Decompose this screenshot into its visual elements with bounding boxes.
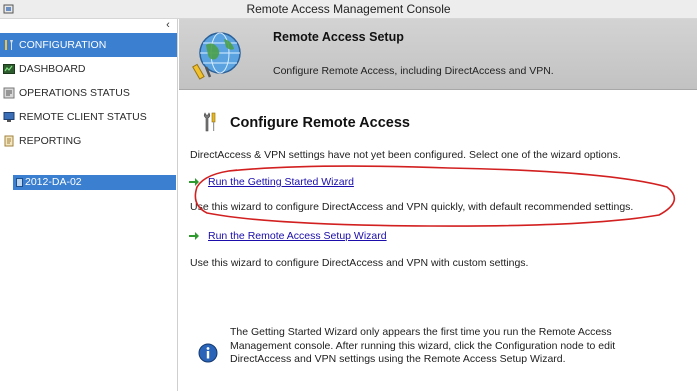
wrench-screwdriver-icon [202,111,218,133]
server-label: 2012-DA-02 [25,176,82,188]
monitor-icon [3,111,15,123]
main-pane: Remote Access Setup Configure Remote Acc… [179,19,697,391]
sidebar: ‹ CONFIGURATION DASHBOARD OPERATIONS STA… [0,19,178,391]
sidebar-item-operations-status[interactable]: OPERATIONS STATUS [0,81,177,105]
sidebar-item-configuration[interactable]: CONFIGURATION [0,33,177,57]
getting-started-description: Use this wizard to configure DirectAcces… [190,201,634,213]
sidebar-item-dashboard[interactable]: DASHBOARD [0,57,177,81]
green-arrow-icon [188,231,200,241]
getting-started-row: Run the Getting Started Wizard [189,176,354,188]
sidebar-nav: CONFIGURATION DASHBOARD OPERATIONS STATU… [0,33,177,153]
setup-header: Remote Access Setup Configure Remote Acc… [179,19,697,90]
window-title: Remote Access Management Console [246,2,451,16]
sidebar-item-reporting[interactable]: REPORTING [0,129,177,153]
setup-wizard-row: Run the Remote Access Setup Wizard [189,230,387,242]
red-annotation-circle [194,165,676,227]
setup-wizard-link[interactable]: Run the Remote Access Setup Wizard [208,230,387,242]
intro-text: DirectAccess & VPN settings have not yet… [190,149,621,161]
info-icon [198,343,218,363]
server-icon [16,178,23,187]
header-title: Remote Access Setup [273,30,404,44]
content-title: Configure Remote Access [230,115,410,131]
header-subtitle: Configure Remote Access, including Direc… [273,65,554,77]
globe-network-icon [192,29,244,81]
sidebar-item-label: DASHBOARD [19,63,86,75]
info-panel: The Getting Started Wizard only appears … [190,317,690,375]
getting-started-wizard-link[interactable]: Run the Getting Started Wizard [208,176,354,188]
report-icon [3,135,15,147]
wrench-screwdriver-icon [3,39,15,51]
operations-icon [3,87,15,99]
sidebar-item-remote-client-status[interactable]: REMOTE CLIENT STATUS [0,105,177,129]
sidebar-item-label: CONFIGURATION [19,39,107,51]
collapse-sidebar-button[interactable]: ‹ [163,19,173,33]
server-node-2012-da-02[interactable]: 2012-DA-02 [13,175,176,190]
sidebar-item-label: REPORTING [19,135,82,147]
green-arrow-icon [188,177,200,187]
sidebar-item-label: OPERATIONS STATUS [19,87,130,99]
sidebar-item-label: REMOTE CLIENT STATUS [19,111,147,123]
info-text: The Getting Started Wizard only appears … [230,326,616,365]
dashboard-icon [3,63,15,75]
title-bar: Remote Access Management Console [0,0,697,19]
setup-wizard-description: Use this wizard to configure DirectAcces… [190,257,529,269]
